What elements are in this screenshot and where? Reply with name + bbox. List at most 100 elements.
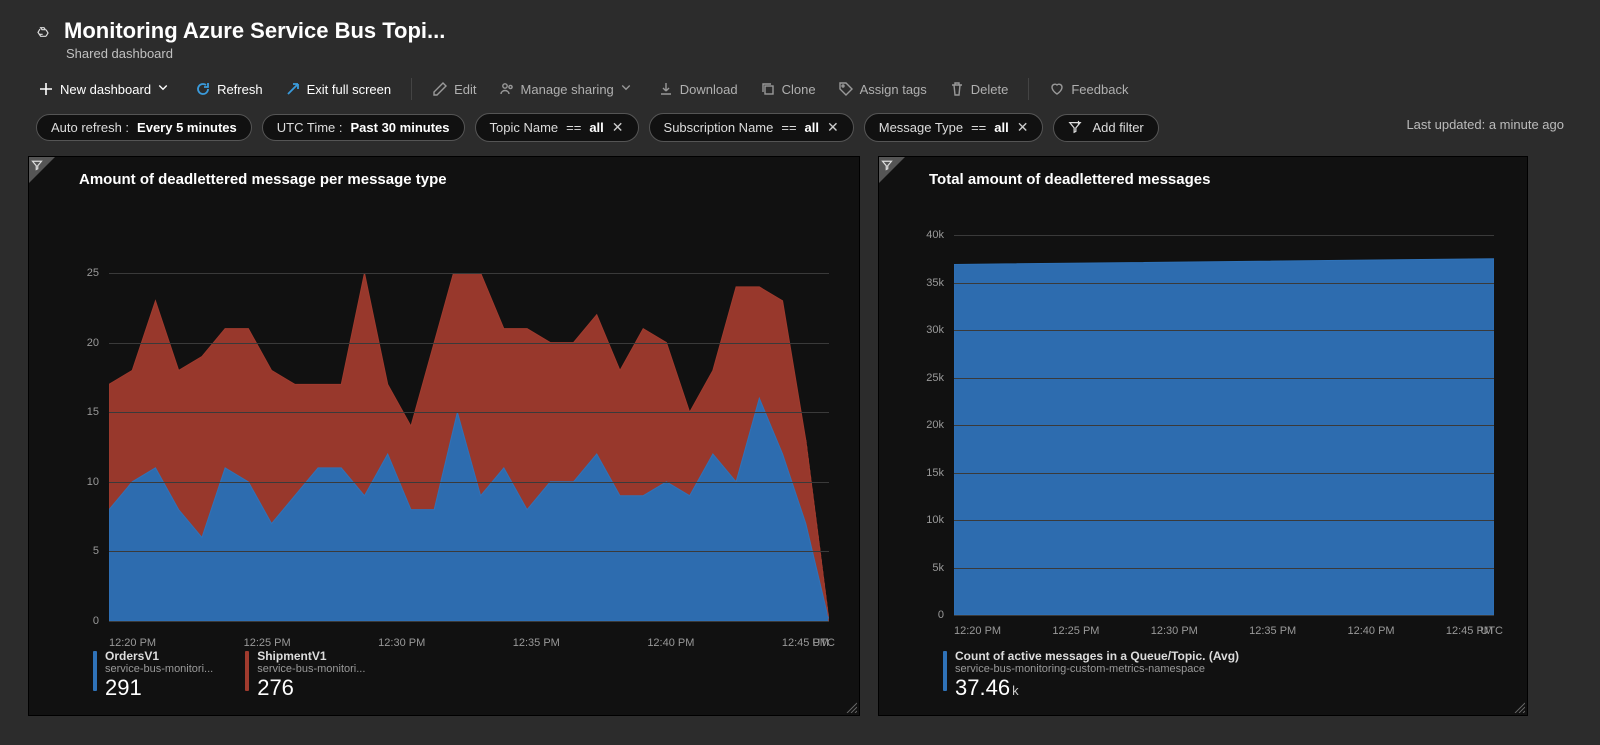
y-axis-label: 15k (926, 467, 944, 479)
grid-line (109, 412, 829, 413)
new-dashboard-button[interactable]: New dashboard (36, 77, 175, 101)
clone-button[interactable]: Clone (758, 77, 818, 101)
resize-handle[interactable] (1513, 701, 1525, 713)
grid-line (109, 621, 829, 622)
refresh-button[interactable]: Refresh (193, 77, 265, 101)
auto-refresh-pill[interactable]: Auto refresh : Every 5 minutes (36, 114, 252, 141)
y-axis-label: 20 (87, 337, 99, 349)
feedback-label: Feedback (1071, 82, 1128, 97)
filter-row: Auto refresh : Every 5 minutes UTC Time … (0, 113, 1600, 156)
grid-line (954, 473, 1494, 474)
legend-unit: k (1012, 683, 1019, 698)
timezone-label: UTC (1480, 625, 1503, 637)
legend-name: Count of active messages in a Queue/Topi… (955, 649, 1239, 663)
legend-name: ShipmentV1 (257, 649, 365, 663)
x-axis-label: 12:25 PM (1052, 625, 1099, 637)
download-label: Download (680, 82, 738, 97)
x-axis-label: 12:20 PM (109, 637, 156, 649)
heart-icon (1049, 81, 1065, 97)
exit-fullscreen-button[interactable]: Exit full screen (283, 77, 394, 101)
x-axis-label: 12:40 PM (647, 637, 694, 649)
legend-value: 291 (105, 675, 213, 701)
grid-line (109, 482, 829, 483)
add-filter-button[interactable]: Add filter (1053, 114, 1158, 142)
y-axis-label: 5 (93, 545, 99, 557)
grid-line (954, 425, 1494, 426)
time-range-value: Past 30 minutes (351, 120, 450, 135)
feedback-button[interactable]: Feedback (1047, 77, 1130, 101)
y-axis-label: 10k (926, 514, 944, 526)
assign-tags-label: Assign tags (860, 82, 927, 97)
grid-line (954, 568, 1494, 569)
remove-filter-icon[interactable]: ✕ (827, 119, 839, 136)
y-axis-label: 25k (926, 372, 944, 384)
add-filter-label: Add filter (1092, 120, 1143, 135)
edit-label: Edit (454, 82, 476, 97)
manage-sharing-label: Manage sharing (521, 82, 614, 97)
download-button[interactable]: Download (656, 77, 740, 101)
filter-pill-message-type[interactable]: Message Type == all ✕ (864, 113, 1044, 142)
grid-line (954, 330, 1494, 331)
manage-sharing-button[interactable]: Manage sharing (497, 77, 638, 101)
x-axis-label: 12:20 PM (954, 625, 1001, 637)
legend-sub: service-bus-monitori... (257, 663, 365, 675)
legend-right: Count of active messages in a Queue/Topi… (943, 649, 1239, 701)
filter-op: == (971, 120, 986, 135)
legend-left: OrdersV1 service-bus-monitori... 291 Shi… (93, 649, 365, 701)
recycle-icon (36, 23, 52, 39)
filter-plus-icon (1068, 120, 1084, 136)
toolbar-separator (1028, 78, 1029, 100)
toolbar-separator (411, 78, 412, 100)
filter-pill-subscription-name[interactable]: Subscription Name == all ✕ (649, 113, 854, 142)
delete-button[interactable]: Delete (947, 77, 1011, 101)
y-axis-label: 20k (926, 419, 944, 431)
chevron-down-icon (157, 81, 173, 97)
edit-button[interactable]: Edit (430, 77, 478, 101)
filter-key: Topic Name (490, 120, 559, 135)
remove-filter-icon[interactable]: ✕ (612, 119, 624, 136)
grid-line (954, 283, 1494, 284)
filter-pill-topic-name[interactable]: Topic Name == all ✕ (475, 113, 639, 142)
x-axis-label: 12:35 PM (513, 637, 560, 649)
legend-color-bar (93, 651, 97, 691)
dashboard-title: Monitoring Azure Service Bus Topi... (64, 18, 445, 44)
x-axis-labels-right: 12:20 PM12:25 PM12:30 PM12:35 PM12:40 PM… (954, 625, 1493, 637)
exit-fullscreen-label: Exit full screen (307, 82, 392, 97)
stacked-area-chart (109, 273, 829, 621)
legend-sub: service-bus-monitori... (105, 663, 213, 675)
y-axis-label: 15 (87, 406, 99, 418)
dashboard-subtitle: Shared dashboard (66, 46, 1564, 61)
legend-value: 37.46 (955, 675, 1010, 700)
resize-handle[interactable] (845, 701, 857, 713)
grid-line (109, 551, 829, 552)
toolbar: New dashboard Refresh Exit full screen E… (0, 71, 1600, 113)
x-axis-label: 12:40 PM (1348, 625, 1395, 637)
x-axis-labels-left: 12:20 PM12:25 PM12:30 PM12:35 PM12:40 PM… (109, 637, 829, 649)
time-range-pill[interactable]: UTC Time : Past 30 minutes (262, 114, 465, 141)
new-dashboard-label: New dashboard (60, 82, 151, 97)
tile-title: Total amount of deadlettered messages (879, 157, 1527, 188)
time-range-label: UTC Time : (277, 120, 343, 135)
filter-op: == (566, 120, 581, 135)
copy-icon (760, 81, 776, 97)
chart-area-left: 0510152025 (109, 273, 829, 621)
filter-value: all (805, 120, 819, 135)
auto-refresh-label: Auto refresh : (51, 120, 129, 135)
grid-line (109, 343, 829, 344)
grid-line (954, 520, 1494, 521)
assign-tags-button[interactable]: Assign tags (836, 77, 929, 101)
y-axis-label: 40k (926, 229, 944, 241)
tag-icon (838, 81, 854, 97)
auto-refresh-value: Every 5 minutes (137, 120, 237, 135)
filter-value: all (994, 120, 1008, 135)
last-updated-label: Last updated: a minute ago (1406, 117, 1564, 132)
y-axis-label: 0 (93, 615, 99, 627)
y-axis-label: 0 (938, 609, 944, 621)
x-axis-label: 12:30 PM (378, 637, 425, 649)
y-axis-label: 10 (87, 476, 99, 488)
grid-line (954, 235, 1494, 236)
tile-title: Amount of deadlettered message per messa… (29, 157, 859, 188)
legend-value: 276 (257, 675, 365, 701)
remove-filter-icon[interactable]: ✕ (1017, 119, 1029, 136)
legend-sub: service-bus-monitoring-custom-metrics-na… (955, 663, 1239, 675)
